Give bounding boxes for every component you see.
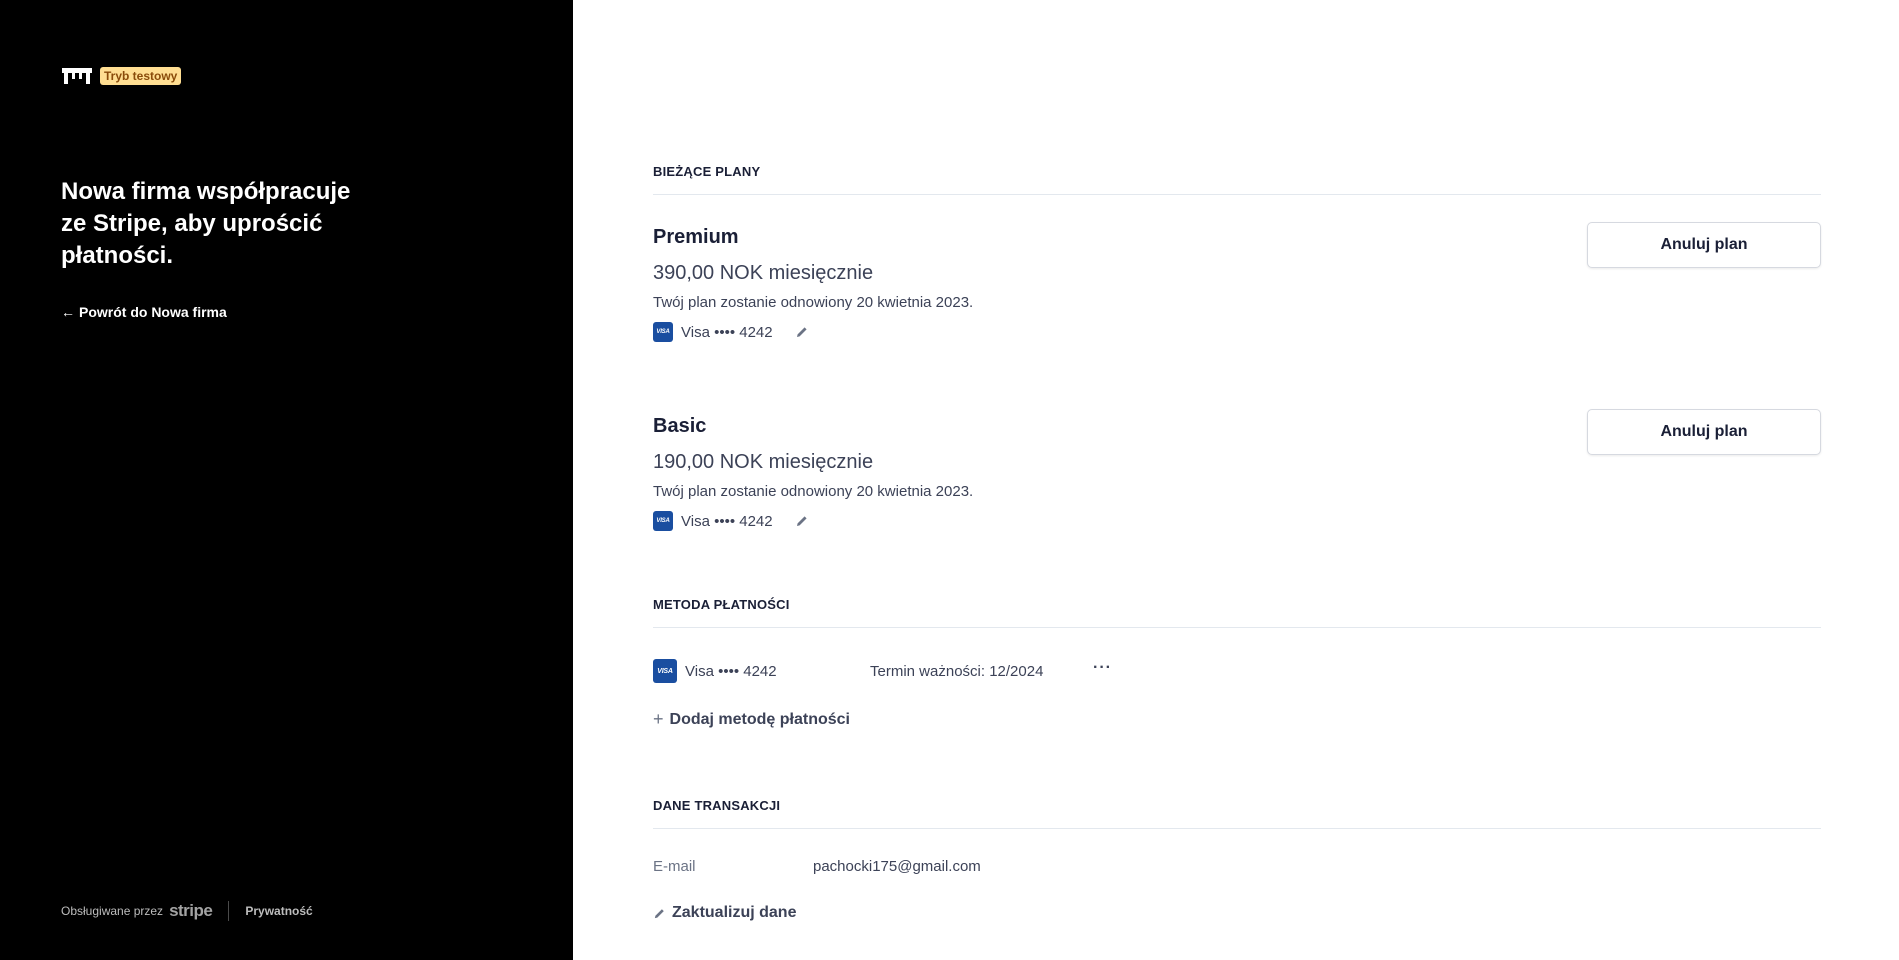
- test-mode-badge: Tryb testowy: [100, 67, 182, 85]
- visa-card-icon: VISA: [653, 659, 677, 683]
- footer-divider: [228, 901, 230, 921]
- cancel-plan-button[interactable]: Anuluj plan: [1587, 222, 1821, 268]
- customer-portal-main: BIEŻĄCE PLANY Premium 390,00 NOK miesięc…: [653, 0, 1821, 960]
- update-info-label: Zaktualizuj dane: [672, 904, 797, 921]
- plan-card-label: Visa •••• 4242: [681, 512, 773, 530]
- payment-method-expiry: Termin ważności: 12/2024: [870, 662, 1044, 680]
- visa-card-icon: VISA: [653, 322, 673, 342]
- email-value: pachocki175@gmail.com: [813, 858, 981, 875]
- merchant-headline: Nowa firma współpracuje ze Stripe, aby u…: [61, 178, 351, 269]
- add-payment-method-button[interactable]: + Dodaj metodę płatności: [653, 709, 850, 730]
- plan-payment-card: VISA Visa •••• 4242: [653, 511, 809, 531]
- plan-price: 190,00 NOK miesięcznie: [653, 451, 874, 473]
- transaction-data-header: DANE TRANSAKCJI: [653, 798, 1821, 829]
- plan-item: Premium 390,00 NOK miesięcznie Twój plan…: [653, 222, 1821, 356]
- visa-card-icon: VISA: [653, 511, 673, 531]
- powered-by-label: Obsługiwane przez: [61, 904, 164, 918]
- stripe-logo: stripe: [169, 901, 213, 920]
- plus-icon: +: [653, 709, 664, 729]
- plan-name: Premium: [653, 226, 739, 248]
- update-info-button[interactable]: Zaktualizuj dane: [653, 904, 796, 922]
- cancel-plan-button[interactable]: Anuluj plan: [1587, 409, 1821, 455]
- payment-method-row: VISA Visa •••• 4242 Termin ważności: 12/…: [653, 658, 1821, 684]
- plan-card-label: Visa •••• 4242: [681, 323, 773, 341]
- store-icon: [62, 68, 92, 84]
- back-link[interactable]: ← Powrót do Nowa firma: [61, 304, 227, 320]
- current-plans-header: BIEŻĄCE PLANY: [653, 164, 1821, 195]
- plan-renewal: Twój plan zostanie odnowiony 20 kwietnia…: [653, 483, 974, 500]
- payment-method-card: Visa •••• 4242: [685, 662, 777, 680]
- back-link-label: Powrót do Nowa firma: [79, 304, 227, 320]
- powered-by[interactable]: Obsługiwane przez stripe: [61, 901, 213, 921]
- pencil-icon: [654, 908, 664, 918]
- arrow-left-icon: ←: [61, 304, 75, 320]
- pencil-icon[interactable]: [795, 514, 809, 528]
- plan-name: Basic: [653, 415, 707, 437]
- email-label: E-mail: [653, 858, 696, 875]
- sidebar-footer: Obsługiwane przez stripe Prywatność: [61, 901, 313, 921]
- add-payment-method-label: Dodaj metodę płatności: [669, 710, 850, 728]
- pencil-icon[interactable]: [795, 325, 809, 339]
- email-row: E-mail pachocki175@gmail.com: [653, 858, 981, 875]
- sidebar: Tryb testowy Nowa firma współpracuje ze …: [0, 0, 573, 960]
- more-options-icon[interactable]: ···: [1093, 658, 1112, 678]
- brand: Tryb testowy: [61, 66, 182, 86]
- plan-renewal: Twój plan zostanie odnowiony 20 kwietnia…: [653, 294, 974, 311]
- plan-payment-card: VISA Visa •••• 4242: [653, 322, 809, 342]
- plan-item: Basic 190,00 NOK miesięcznie Twój plan z…: [653, 409, 1821, 545]
- payment-method-header: METODA PŁATNOŚCI: [653, 597, 1821, 628]
- plan-price: 390,00 NOK miesięcznie: [653, 262, 874, 284]
- privacy-link[interactable]: Prywatność: [245, 904, 312, 918]
